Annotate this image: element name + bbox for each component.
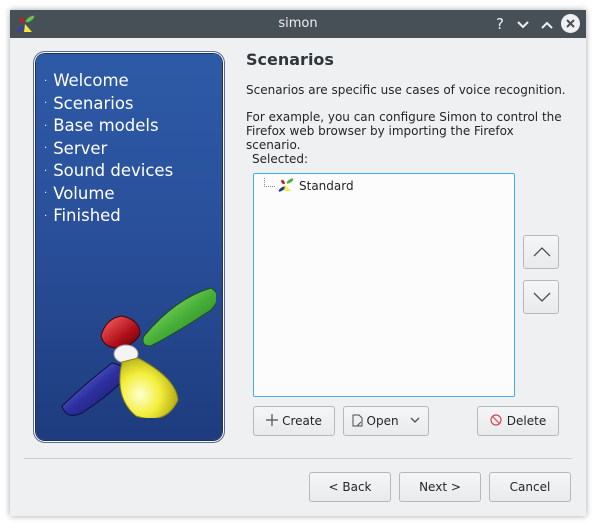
chevron-down-icon — [410, 417, 420, 423]
wizard-step: · Base models — [44, 116, 159, 135]
maximize-button[interactable] — [537, 14, 557, 34]
selected-scenarios-list[interactable]: Standard — [253, 173, 515, 397]
tree-branch-line — [264, 178, 275, 187]
wizard-step: · Finished — [44, 206, 121, 225]
cancel-button[interactable]: Cancel — [489, 472, 571, 502]
wizard-step: · Volume — [44, 183, 115, 203]
wizard-step: · Scenarios — [44, 93, 134, 113]
move-down-button[interactable] — [523, 280, 559, 314]
scenario-icon — [278, 178, 294, 192]
delete-icon — [490, 414, 502, 426]
list-item[interactable]: Standard — [254, 174, 514, 196]
back-button[interactable]: < Back — [309, 472, 391, 502]
wizard-side-banner: · Welcome · Scenarios · Base models · Server… — [36, 54, 222, 440]
wizard-step-list: · Welcome · Scenarios · Base models · Server… — [44, 70, 173, 228]
document-open-icon — [352, 414, 363, 427]
close-button[interactable] — [561, 14, 580, 33]
move-up-button[interactable] — [523, 235, 559, 269]
plus-icon — [266, 414, 279, 426]
chevron-down-icon — [517, 21, 529, 29]
titlebar[interactable]: simon ? — [10, 10, 586, 38]
selected-label: Selected: — [252, 152, 309, 166]
footer-separator — [24, 458, 572, 459]
chevron-down-icon — [533, 292, 551, 302]
chevron-up-icon — [541, 21, 553, 29]
page-title: Scenarios — [246, 50, 334, 69]
chevron-up-icon — [533, 247, 551, 257]
page-example-text: For example, you can configure Simon to … — [246, 110, 562, 152]
simon-logo-icon — [61, 287, 216, 418]
wizard-step: · Server — [44, 138, 108, 158]
minimize-button[interactable] — [513, 14, 533, 34]
wizard-step: · Sound devices — [44, 161, 174, 180]
create-button[interactable]: Create — [253, 406, 335, 436]
open-button[interactable]: Open — [343, 406, 429, 436]
wizard-window: simon ? · Welcome · Scenarios · Base models… — [10, 10, 586, 516]
help-button[interactable]: ? — [490, 14, 510, 34]
delete-button[interactable]: Delete — [477, 406, 559, 436]
close-icon — [566, 19, 575, 28]
wizard-step: · Welcome — [44, 71, 129, 90]
next-button[interactable]: Next > — [399, 472, 481, 502]
scenario-name: Standard — [299, 179, 354, 193]
page-intro-text: Scenarios are specific use cases of voic… — [246, 83, 566, 97]
